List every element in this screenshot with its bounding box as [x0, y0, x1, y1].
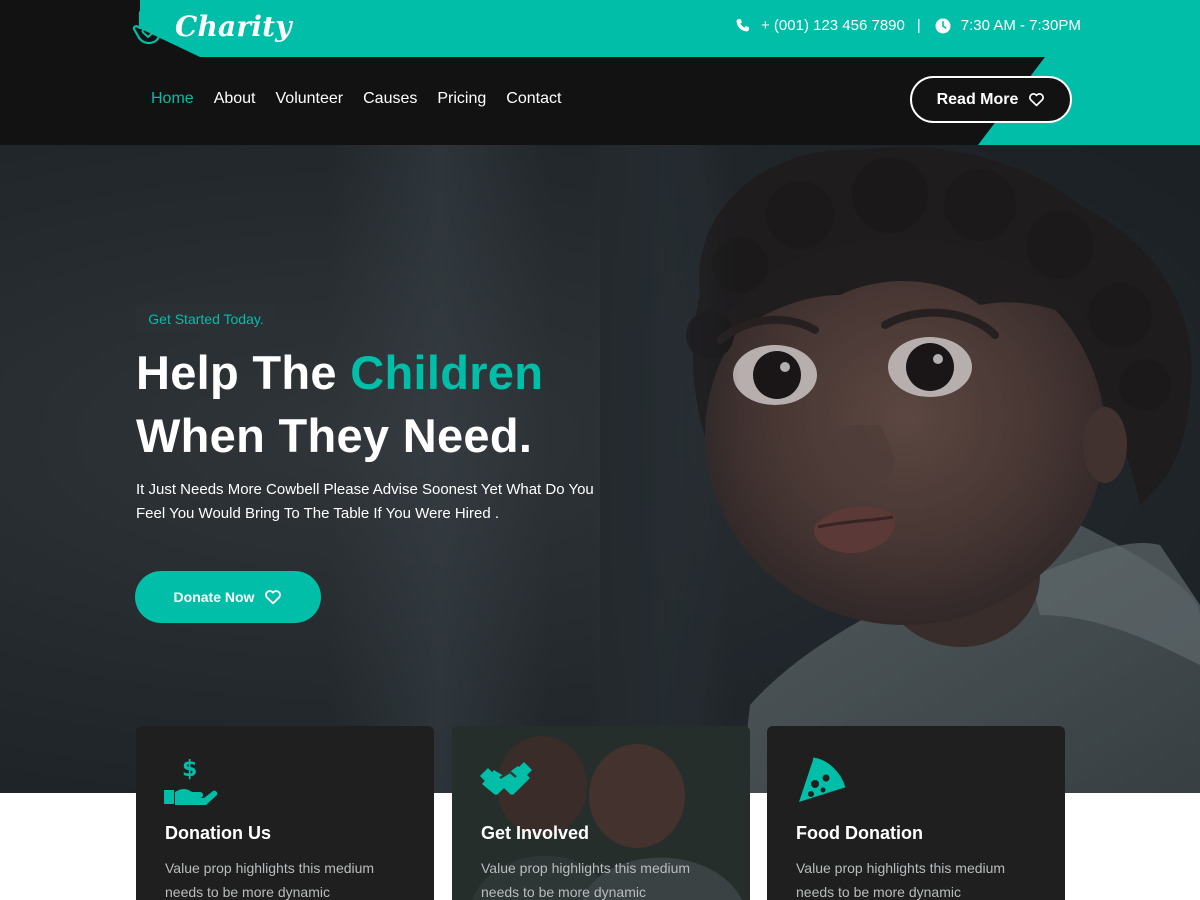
card-desc-line2: needs to be more dynamic: [165, 884, 330, 900]
read-more-label: Read More: [936, 90, 1019, 108]
pizza-slice-icon: [799, 757, 846, 802]
card-title: Get Involved: [481, 823, 590, 843]
card-description: Value prop highlights this medium needs …: [796, 856, 1036, 900]
phone-icon: [736, 18, 749, 31]
card-title: Donation Us: [165, 823, 271, 843]
read-more-button[interactable]: Read More: [910, 76, 1072, 123]
card-desc-line1: Value prop highlights this medium: [796, 860, 1006, 876]
card-title: Food Donation: [796, 823, 923, 843]
phone-contact[interactable]: + (001) 123 456 7890: [735, 17, 905, 34]
heart-icon: [265, 590, 282, 605]
hero-bg-glow: [330, 145, 550, 793]
svg-text:$: $: [182, 757, 197, 782]
nav-causes[interactable]: Causes: [363, 90, 417, 108]
hero-section: Get Started Today. Help The Children Whe…: [0, 145, 1200, 793]
clock-icon: [935, 18, 951, 33]
subtext-line2: Feel You Would Bring To The Table If You…: [136, 505, 500, 522]
brand-name: Charity: [175, 9, 292, 43]
brand-logo[interactable]: Charity: [131, 6, 292, 46]
contact-separator: |: [916, 17, 921, 34]
site-header: Charity + (001) 123 456 7890 | 7:30 AM -…: [0, 0, 1200, 145]
opening-hours: 7:30 AM - 7:30PM: [935, 17, 1081, 34]
heart-icon: [1029, 93, 1045, 107]
contact-info: + (001) 123 456 7890 | 7:30 AM - 7:30PM: [735, 17, 1081, 34]
card-get-involved[interactable]: Get Involved Value prop highlights this …: [452, 726, 750, 900]
card-food-donation[interactable]: Food Donation Value prop highlights this…: [767, 726, 1065, 900]
card-donation-us[interactable]: $ Donation Us Value prop highlights this…: [136, 726, 434, 900]
headline-part1: Help The: [136, 346, 351, 399]
child-portrait-image: [600, 145, 1200, 793]
phone-number: + (001) 123 456 7890: [761, 17, 905, 34]
nav-contact[interactable]: Contact: [506, 90, 561, 108]
main-nav: Home About Volunteer Causes Pricing Cont…: [151, 90, 561, 108]
hand-heart-icon: [132, 6, 162, 45]
handshake-icon: [480, 762, 532, 795]
card-desc-line2: needs to be more dynamic: [796, 884, 961, 900]
nav-volunteer[interactable]: Volunteer: [276, 90, 344, 108]
nav-about[interactable]: About: [214, 90, 256, 108]
card-description: Value prop highlights this medium needs …: [165, 856, 405, 900]
hero-badge: Get Started Today.: [136, 305, 276, 332]
hero-subtext: It Just Needs More Cowbell Please Advise…: [136, 478, 626, 526]
headline-accent: Children: [350, 346, 544, 399]
card-desc-line1: Value prop highlights this medium: [165, 860, 375, 876]
hero-headline: Help The Children When They Need.: [136, 341, 616, 467]
donate-now-button[interactable]: Donate Now: [135, 571, 321, 623]
subtext-line1: It Just Needs More Cowbell Please Advise…: [136, 481, 594, 498]
hand-dollar-icon: $: [164, 757, 218, 805]
donate-label: Donate Now: [173, 589, 255, 605]
hours-text: 7:30 AM - 7:30PM: [960, 17, 1081, 34]
card-desc-line1: Value prop highlights this medium: [481, 860, 691, 876]
card-desc-line2: needs to be more dynamic: [481, 884, 646, 900]
nav-pricing[interactable]: Pricing: [437, 90, 486, 108]
headline-part2: When They Need.: [136, 409, 533, 462]
nav-home[interactable]: Home: [151, 90, 194, 108]
card-description: Value prop highlights this medium needs …: [481, 856, 721, 900]
